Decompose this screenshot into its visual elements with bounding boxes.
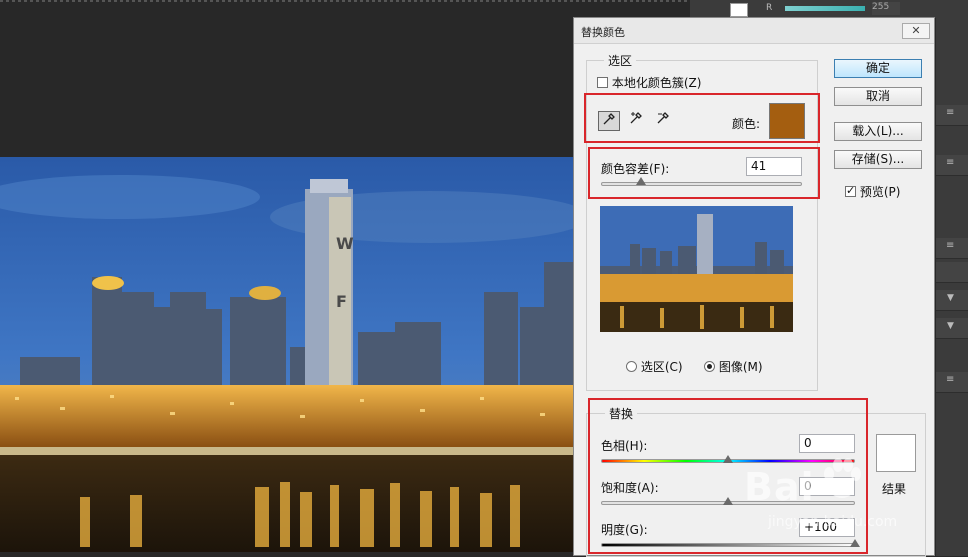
load-button[interactable]: 载入(L)... [834, 122, 922, 141]
view-image-label: 图像(M) [718, 360, 763, 374]
panel-menu-button[interactable]: ≡ [936, 372, 968, 393]
highlight-box-eyedroppers [584, 93, 820, 143]
canvas-photo: W F [0, 157, 573, 552]
channel-slider[interactable] [785, 6, 865, 11]
panel-menu-button[interactable]: ≡ [936, 238, 968, 259]
cancel-button[interactable]: 取消 [834, 87, 922, 106]
view-selection-radio-circle[interactable] [626, 361, 637, 372]
result-color-swatch[interactable] [876, 434, 916, 472]
panel-menu-button[interactable]: ≡ [936, 105, 968, 126]
localized-clusters-checkbox[interactable]: 本地化颜色簇(Z) [597, 74, 701, 91]
result-label: 结果 [882, 482, 907, 496]
localized-clusters-label: 本地化颜色簇(Z) [611, 76, 702, 90]
right-panel-strip: ≡ ≡ ≡ ▼ ▼ ≡ [936, 0, 968, 556]
channel-value[interactable]: 255 [872, 2, 900, 15]
view-image-radio[interactable]: 图像(M) [704, 358, 763, 375]
highlight-box-tolerance [588, 147, 820, 199]
close-button[interactable]: ✕ [902, 23, 930, 39]
svg-text:W: W [336, 234, 354, 253]
preview-checkbox[interactable]: 预览(P) [845, 183, 900, 200]
channel-label: R [766, 3, 773, 13]
foreground-swatch[interactable] [730, 3, 748, 17]
view-selection-radio[interactable]: 选区(C) [626, 358, 683, 375]
watermark-brand: Bai [744, 465, 815, 509]
paw-icon [818, 456, 866, 504]
localized-checkbox-box[interactable] [597, 77, 608, 88]
preview-thumbnail [600, 206, 793, 332]
panel-row [936, 262, 968, 283]
ok-button[interactable]: 确定 [834, 59, 922, 78]
panel-dropdown[interactable]: ▼ [936, 290, 968, 311]
panel-dropdown[interactable]: ▼ [936, 318, 968, 339]
preview-checkbox-box[interactable] [845, 184, 856, 197]
svg-text:F: F [336, 292, 347, 311]
save-button[interactable]: 存储(S)... [834, 150, 922, 169]
watermark-domain: jingyan.baidu.com [768, 514, 898, 530]
dialog-titlebar[interactable]: 替换颜色 ✕ [574, 18, 934, 44]
view-image-radio-circle[interactable] [704, 361, 715, 372]
view-selection-label: 选区(C) [640, 360, 683, 374]
panel-menu-button[interactable]: ≡ [936, 155, 968, 176]
dialog-title: 替换颜色 [581, 26, 625, 39]
preview-label: 预览(P) [859, 185, 901, 199]
color-panel-bar: R 255 [690, 0, 968, 18]
selection-legend: 选区 [604, 52, 637, 69]
